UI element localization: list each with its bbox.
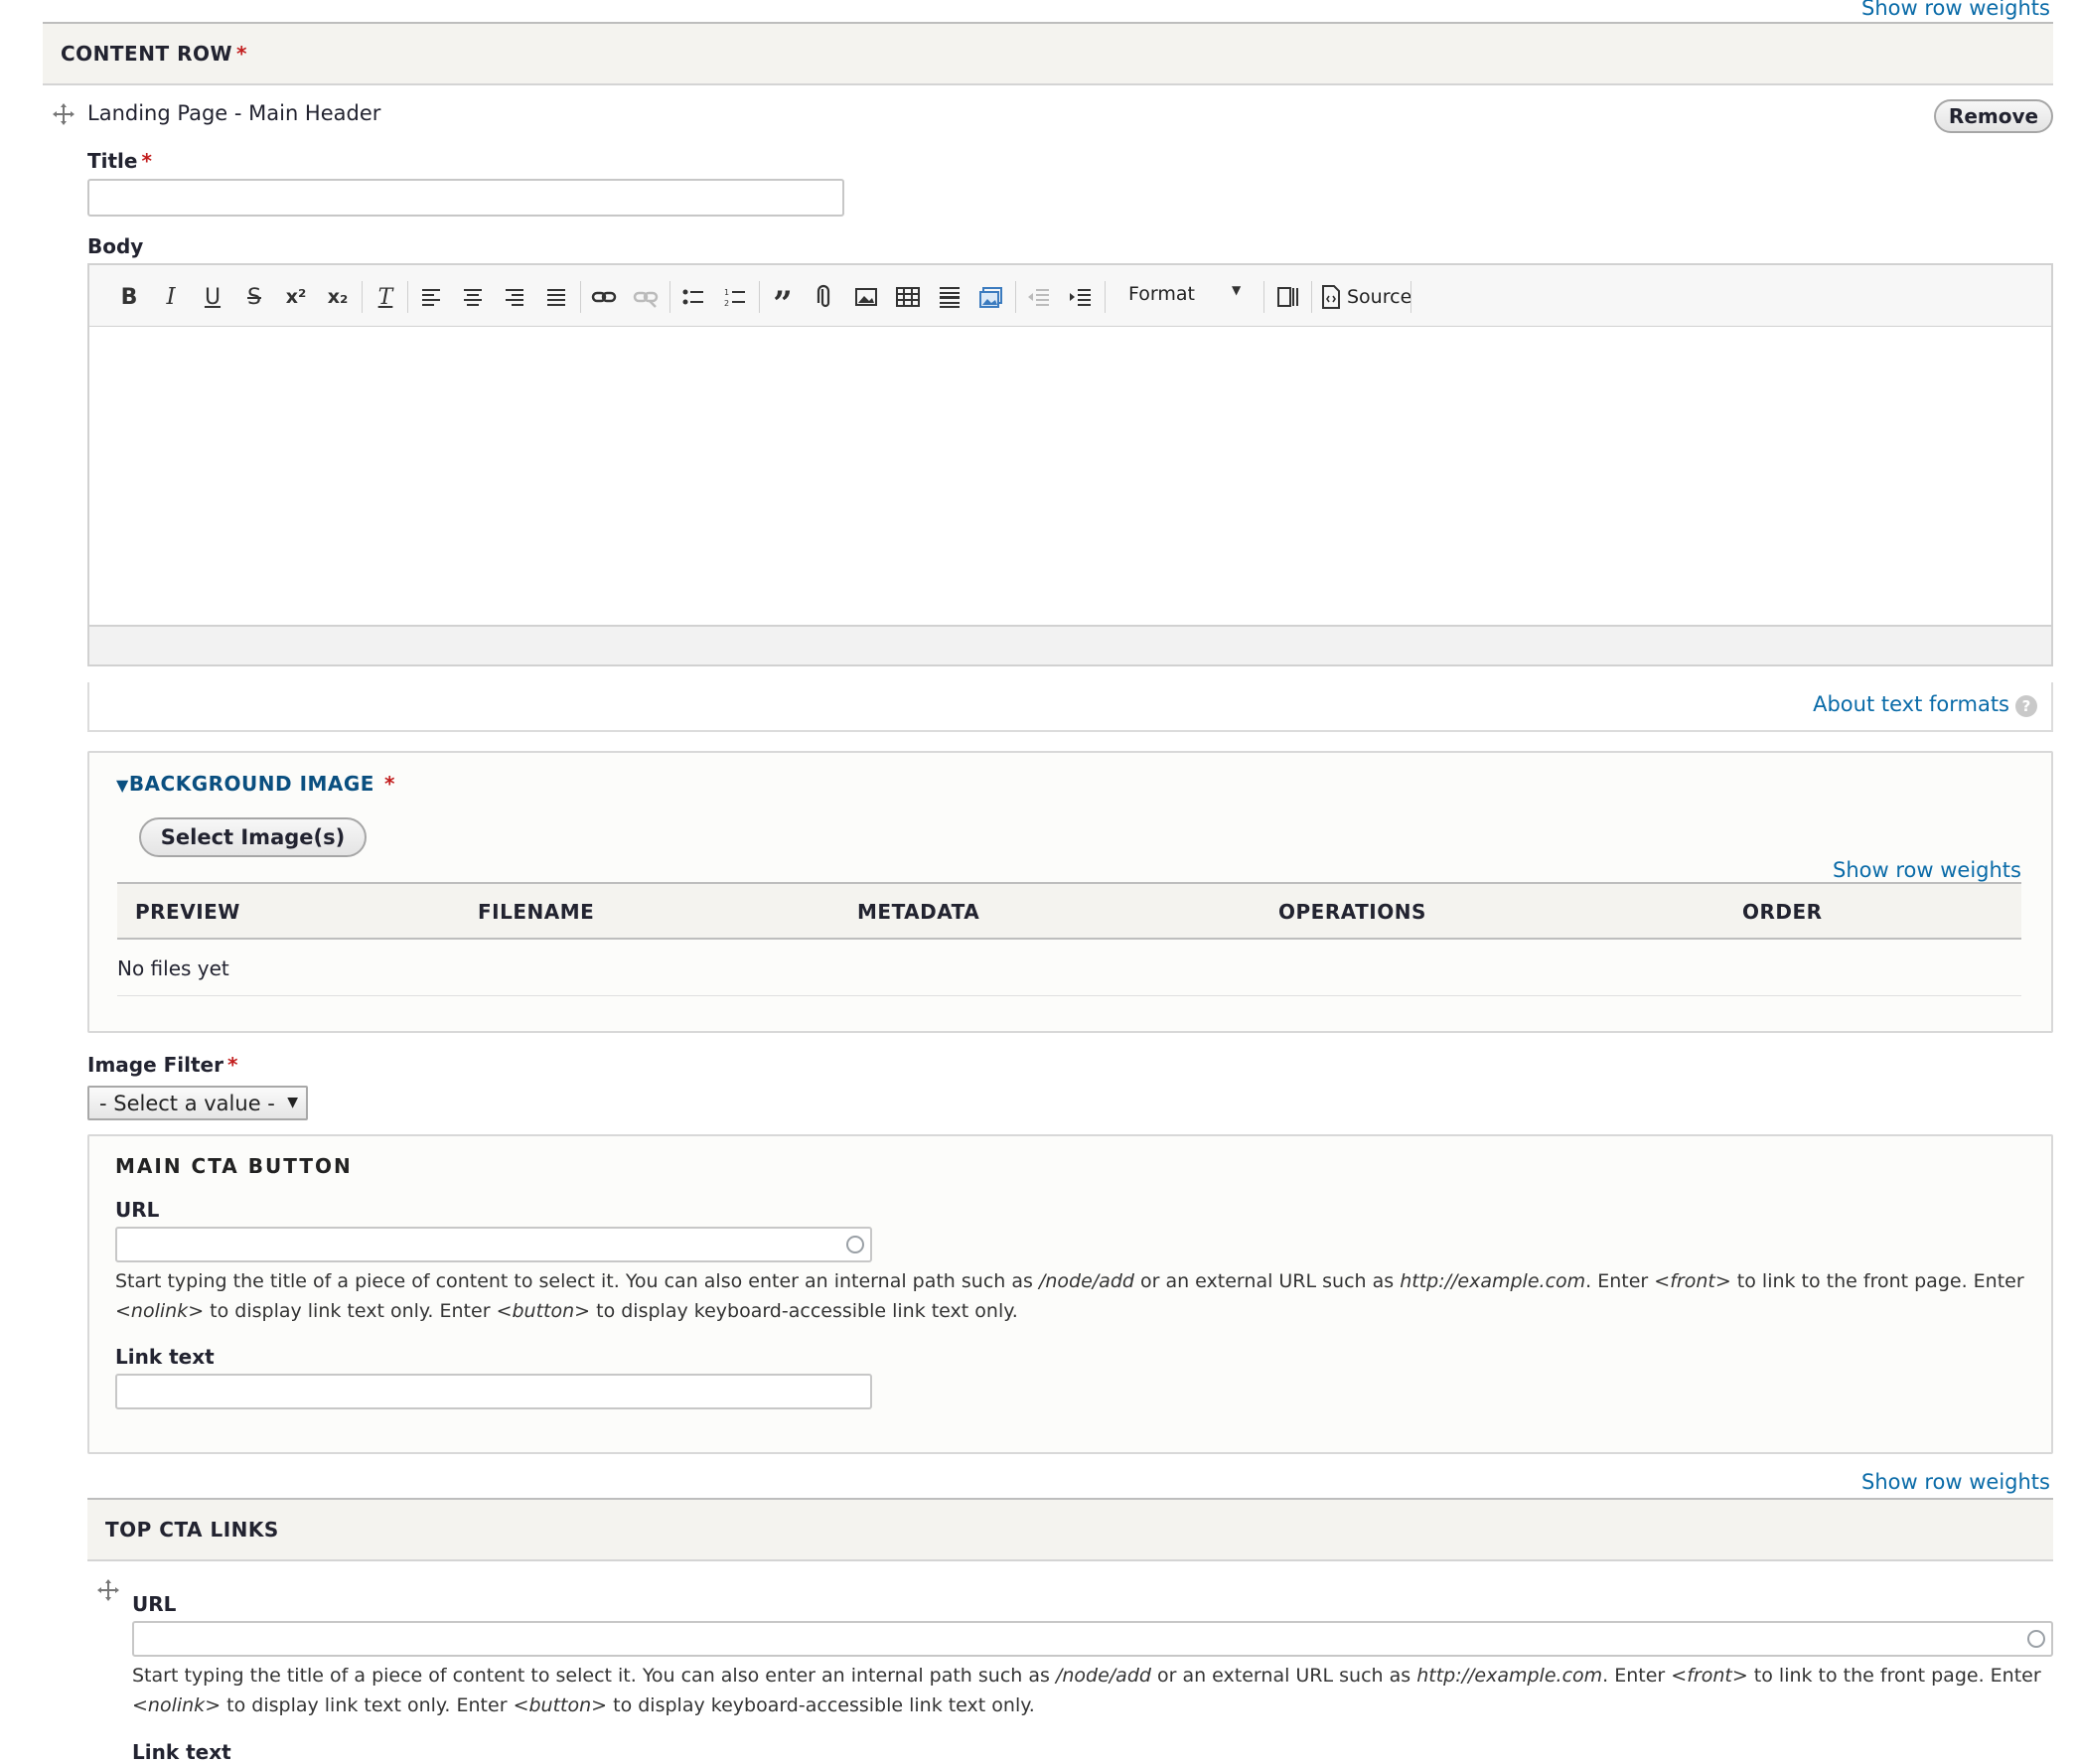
collapse-triangle-icon: ▼ <box>116 776 129 795</box>
svg-text:2: 2 <box>724 299 729 308</box>
subscript-icon[interactable]: x₂ <box>320 279 356 315</box>
underline-icon[interactable]: U <box>195 279 230 315</box>
image-filter-label: Image Filter * <box>87 1053 238 1077</box>
numbered-list-icon[interactable]: 12 <box>717 279 753 315</box>
column-filename: FILENAME <box>478 900 595 924</box>
table-row-divider <box>117 995 2021 996</box>
title-input[interactable] <box>87 179 844 217</box>
top-cta-url-label: URL <box>132 1592 177 1616</box>
editor-toolbar: B I U S x² x₂ T 12 ” Format ▼ Source <box>87 263 2053 327</box>
italic-icon[interactable]: I <box>153 279 189 315</box>
link-icon[interactable] <box>586 279 622 315</box>
content-row-heading: CONTENT ROW * <box>61 42 247 66</box>
align-center-icon[interactable] <box>455 279 491 315</box>
source-label: Source <box>1347 286 1412 308</box>
column-preview: PREVIEW <box>135 900 240 924</box>
format-dropdown[interactable]: Format <box>1128 283 1195 305</box>
toolbar-separator <box>407 281 408 313</box>
top-cta-links-header: TOP CTA LINKS <box>87 1498 2053 1561</box>
source-button[interactable]: Source <box>1319 279 1411 315</box>
media-icon[interactable] <box>973 279 1009 315</box>
text-format-wrapper: About text formats ? <box>87 682 2053 732</box>
top-cta-url-input[interactable] <box>132 1621 2053 1657</box>
background-image-legend[interactable]: ▼BACKGROUND IMAGE * <box>116 772 395 796</box>
image-filter-selected-value: - Select a value - <box>99 1092 275 1115</box>
column-order: ORDER <box>1742 900 1823 924</box>
horizontal-rule-icon[interactable] <box>932 279 967 315</box>
unlink-icon[interactable] <box>628 279 664 315</box>
main-cta-link-text-input[interactable] <box>115 1374 872 1409</box>
remove-format-icon[interactable]: T <box>368 279 403 315</box>
toolbar-separator <box>759 281 760 313</box>
strikethrough-icon[interactable]: S <box>236 279 272 315</box>
main-cta-link-text-label: Link text <box>115 1345 215 1369</box>
top-cta-links-heading: TOP CTA LINKS <box>105 1518 279 1542</box>
show-row-weights-link-top[interactable]: Show row weights <box>1861 0 2050 20</box>
remove-button[interactable]: Remove <box>1934 99 2053 133</box>
body-label: Body <box>87 234 144 258</box>
format-dropdown-label: Format <box>1128 283 1195 305</box>
source-icon <box>1322 285 1340 309</box>
top-cta-url-description: Start typing the title of a piece of con… <box>132 1665 2041 1716</box>
show-row-weights-link-top-cta[interactable]: Show row weights <box>1861 1470 2050 1494</box>
title-label: Title * <box>87 149 152 173</box>
autocomplete-throbber-icon <box>2027 1630 2045 1648</box>
toolbar-separator <box>1410 281 1411 313</box>
show-row-weights-link-images[interactable]: Show row weights <box>1833 858 2021 882</box>
toolbar-separator <box>580 281 581 313</box>
svg-text:1: 1 <box>724 288 729 297</box>
outdent-icon[interactable] <box>1021 279 1057 315</box>
no-files-text: No files yet <box>117 956 229 980</box>
justify-icon[interactable] <box>538 279 574 315</box>
toolbar-separator <box>1015 281 1016 313</box>
drag-handle-icon[interactable] <box>52 102 75 126</box>
toolbar-separator <box>362 281 363 313</box>
body-editor-area[interactable] <box>87 327 2053 625</box>
show-blocks-icon[interactable] <box>1269 279 1305 315</box>
editor-status-bar <box>87 625 2053 666</box>
toolbar-separator <box>1311 281 1312 313</box>
select-images-button[interactable]: Select Image(s) <box>139 817 367 857</box>
image-icon[interactable] <box>848 279 884 315</box>
table-icon[interactable] <box>890 279 926 315</box>
select-arrow-icon: ▼ <box>287 1095 298 1110</box>
image-filter-select[interactable]: - Select a value - ▼ <box>87 1086 308 1120</box>
main-cta-url-label: URL <box>115 1198 160 1222</box>
main-cta-legend: MAIN CTA BUTTON <box>115 1154 353 1178</box>
about-text-formats-link[interactable]: About text formats <box>1813 692 2009 716</box>
autocomplete-throbber-icon <box>846 1236 864 1253</box>
drag-handle-icon[interactable] <box>96 1578 120 1602</box>
toolbar-separator <box>669 281 670 313</box>
main-cta-url-description: Start typing the title of a piece of con… <box>115 1270 2024 1322</box>
toolbar-separator <box>1263 281 1264 313</box>
content-row-item-title: Landing Page - Main Header <box>87 101 381 125</box>
help-icon[interactable]: ? <box>2015 695 2037 717</box>
bulleted-list-icon[interactable] <box>675 279 711 315</box>
format-dropdown-arrow-icon[interactable]: ▼ <box>1232 283 1241 297</box>
images-table-header: PREVIEW FILENAME METADATA OPERATIONS ORD… <box>117 882 2021 940</box>
align-left-icon[interactable] <box>413 279 449 315</box>
top-cta-link-text-label: Link text <box>132 1740 231 1764</box>
column-metadata: METADATA <box>857 900 980 924</box>
bold-icon[interactable]: B <box>111 279 147 315</box>
toolbar-separator <box>1105 281 1106 313</box>
indent-icon[interactable] <box>1063 279 1099 315</box>
main-cta-url-input[interactable] <box>115 1227 872 1262</box>
column-operations: OPERATIONS <box>1278 900 1426 924</box>
superscript-icon[interactable]: x² <box>278 279 314 315</box>
attachment-icon[interactable] <box>807 279 842 315</box>
content-row-header: CONTENT ROW * <box>43 22 2053 85</box>
blockquote-icon[interactable]: ” <box>765 279 801 324</box>
align-right-icon[interactable] <box>497 279 532 315</box>
